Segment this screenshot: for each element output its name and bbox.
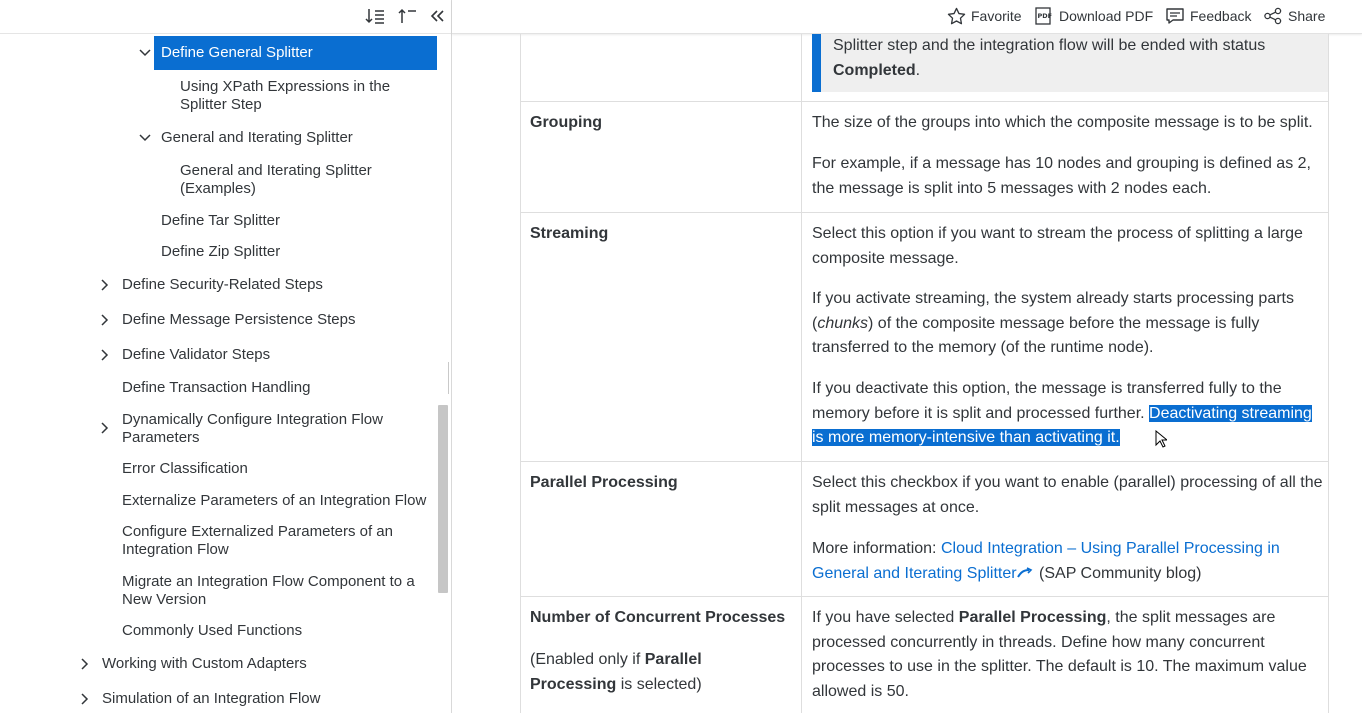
toc-item-configure-externalized[interactable]: Configure Externalized Parameters of an … — [122, 523, 412, 559]
toc-item-error-classification[interactable]: Error Classification — [122, 460, 422, 478]
param-name: Grouping — [530, 114, 602, 131]
pdf-icon: PDF — [1035, 7, 1053, 25]
toc-item-custom-adapters[interactable]: Working with Custom Adapters — [102, 655, 422, 673]
toc-item-validator-steps[interactable]: Define Validator Steps — [122, 346, 422, 364]
share-label: Share — [1288, 8, 1326, 24]
star-icon — [947, 7, 966, 25]
parameter-table: Splitter step and the integration flow w… — [452, 34, 1362, 713]
table-row-divider — [520, 596, 1329, 597]
toc-item-commonly-used-functions[interactable]: Commonly Used Functions — [122, 622, 422, 640]
mouse-cursor-icon — [1155, 430, 1167, 448]
chevron-right-icon[interactable] — [98, 421, 112, 435]
chevron-right-icon[interactable] — [98, 278, 112, 292]
chevron-down-icon[interactable] — [138, 46, 152, 60]
hide-sidebar-icon[interactable] — [425, 6, 449, 26]
table-row-divider — [520, 212, 1329, 213]
param-description: The size of the groups into which the co… — [812, 114, 1313, 131]
toc-item-security-steps[interactable]: Define Security-Related Steps — [122, 276, 422, 294]
param-note: (Enabled only if Parallel Processing is … — [530, 651, 702, 693]
sort-descending-icon[interactable] — [363, 6, 387, 26]
toc-item-define-tar-splitter[interactable]: Define Tar Splitter — [161, 212, 421, 230]
share-button[interactable]: Share — [1263, 6, 1325, 26]
share-icon — [1264, 7, 1282, 25]
param-description: Select this checkbox if you want to enab… — [812, 474, 1323, 516]
collapse-all-icon[interactable] — [395, 6, 419, 26]
toc-item-transaction-handling[interactable]: Define Transaction Handling — [122, 379, 422, 397]
toc-item-define-zip-splitter[interactable]: Define Zip Splitter — [161, 243, 421, 261]
toc-item-migrate-component[interactable]: Migrate an Integration Flow Component to… — [122, 573, 427, 609]
toc-item-simulation[interactable]: Simulation of an Integration Flow — [102, 690, 422, 708]
page-header-toolbar: Favorite PDF Download PDF Feedback Share — [452, 0, 1362, 34]
table-border — [520, 34, 521, 713]
toc-item-define-general-splitter[interactable]: Define General Splitter — [154, 36, 437, 70]
note-text: Splitter step and the integration flow w… — [833, 37, 1266, 79]
chevron-right-icon[interactable] — [78, 657, 92, 671]
param-description: If you activate streaming, the system al… — [812, 290, 1294, 356]
param-name: Streaming — [530, 225, 609, 242]
sidebar-toolbar — [0, 0, 451, 34]
chevron-right-icon[interactable] — [98, 313, 112, 327]
toc-item-dynamically-configure[interactable]: Dynamically Configure Integration Flow P… — [122, 411, 412, 447]
param-description: More information: Cloud Integration – Us… — [812, 540, 1280, 582]
toc-sidebar: Define General Splitter Using XPath Expr… — [0, 0, 452, 713]
param-name: Number of Concurrent Processes — [530, 609, 786, 626]
toc-item-general-iterating-splitter[interactable]: General and Iterating Splitter — [161, 129, 421, 147]
feedback-icon — [1166, 8, 1184, 24]
table-row-divider — [520, 101, 1329, 102]
toc-item-general-iterating-examples[interactable]: General and Iterating Splitter (Examples… — [180, 162, 400, 198]
param-description: Select this option if you want to stream… — [812, 225, 1303, 267]
chevron-down-icon[interactable] — [138, 131, 152, 145]
param-name: Parallel Processing — [530, 474, 678, 491]
toc-item-xpath-expressions[interactable]: Using XPath Expressions in the Splitter … — [180, 78, 420, 114]
toc-item-message-persistence-steps[interactable]: Define Message Persistence Steps — [122, 311, 422, 329]
download-pdf-label: Download PDF — [1059, 8, 1154, 24]
table-border — [801, 34, 802, 713]
feedback-label: Feedback — [1190, 8, 1252, 24]
table-row-divider — [520, 461, 1329, 462]
chevron-right-icon[interactable] — [98, 348, 112, 362]
feedback-button[interactable]: Feedback — [1165, 6, 1251, 26]
param-description: For example, if a message has 10 nodes a… — [812, 155, 1311, 197]
param-description: If you deactivate this option, the messa… — [812, 380, 1312, 446]
svg-text:PDF: PDF — [1038, 12, 1053, 20]
chevron-right-icon[interactable] — [78, 692, 92, 706]
favorite-label: Favorite — [971, 8, 1022, 24]
param-description: If you have selected Parallel Processing… — [812, 609, 1307, 700]
table-border — [1328, 34, 1329, 713]
sidebar-scrollbar-thumb[interactable] — [438, 405, 448, 593]
favorite-button[interactable]: Favorite — [947, 6, 1022, 26]
toc-item-externalize-parameters[interactable]: Externalize Parameters of an Integration… — [122, 492, 434, 510]
download-pdf-button[interactable]: PDF Download PDF — [1034, 6, 1153, 26]
external-link-icon — [1016, 566, 1032, 578]
